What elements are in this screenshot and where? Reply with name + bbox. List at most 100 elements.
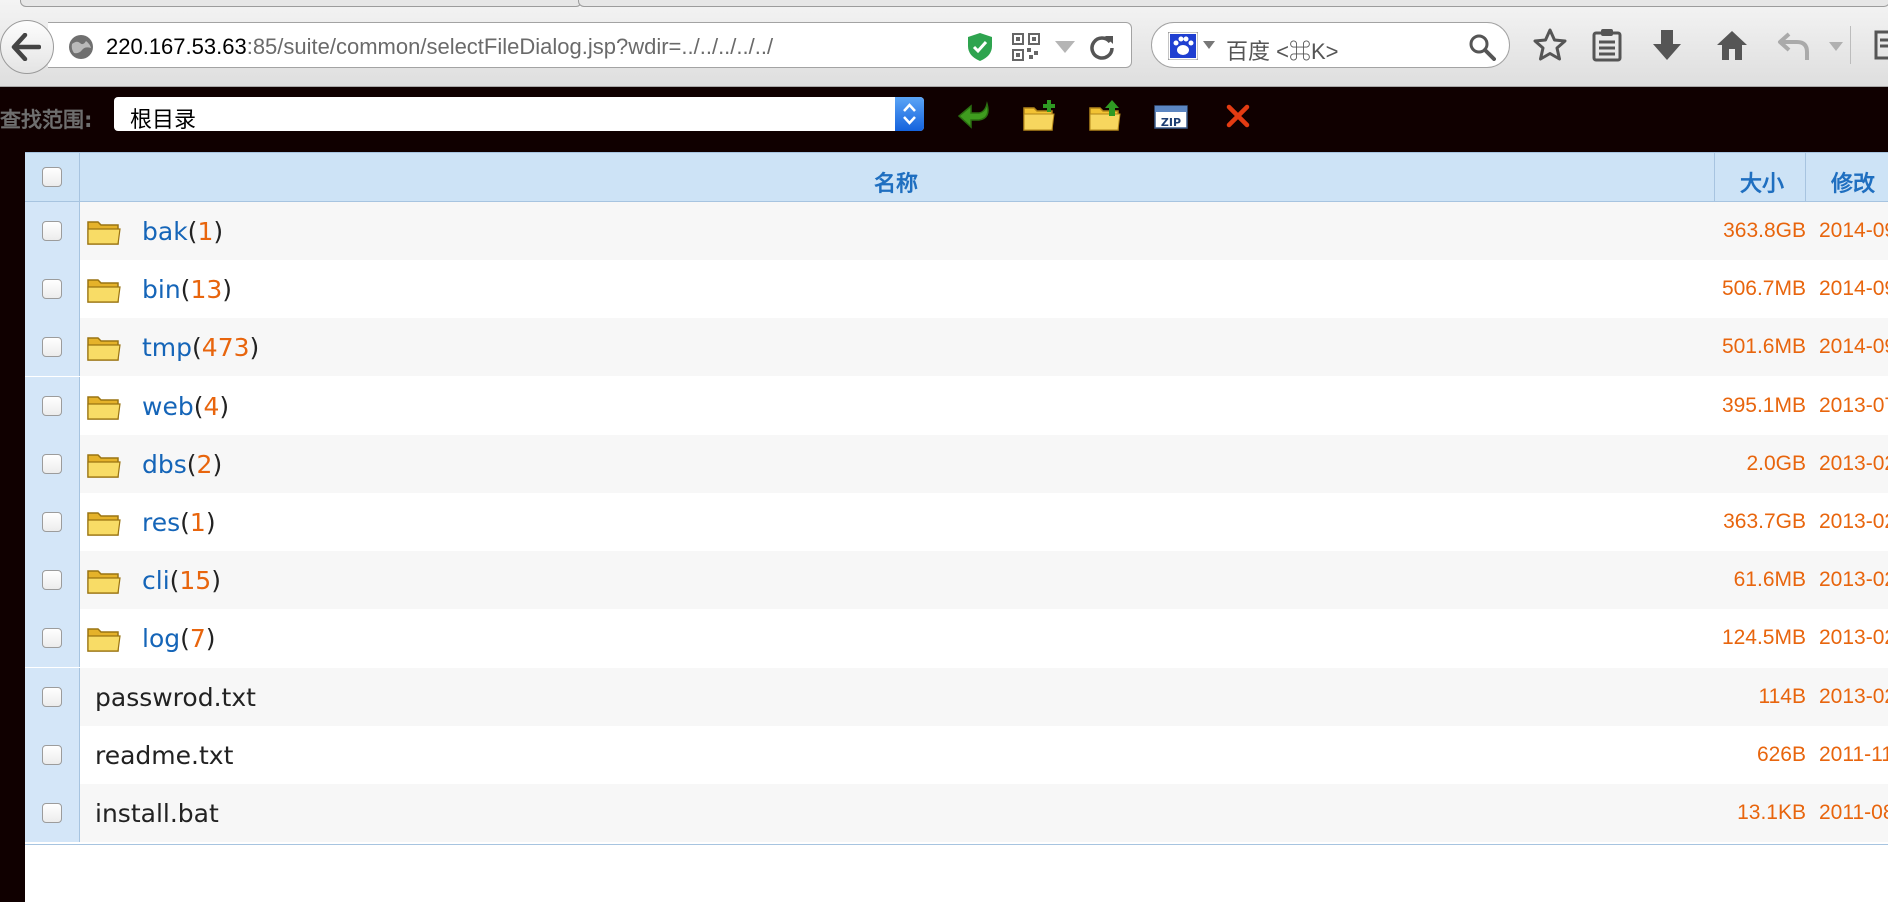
size-cell: 114B [1758, 684, 1807, 708]
url-text[interactable]: 220.167.53.63:85/suite/common/selectFile… [106, 34, 773, 60]
row-checkbox[interactable] [42, 279, 62, 300]
paren-open: ( [192, 333, 202, 363]
folder-icon [87, 512, 121, 536]
column-divider[interactable] [1714, 153, 1715, 203]
row-select-cell [25, 260, 80, 319]
folder-row[interactable]: bin(13) 506.7MB 2014-09 [25, 260, 1888, 319]
table-header: 名称 大小 修改 [25, 152, 1888, 203]
url-bar[interactable]: 220.167.53.63:85/suite/common/selectFile… [48, 22, 1132, 68]
folder-row[interactable]: tmp(473) 501.6MB 2014-09 [25, 318, 1888, 377]
dropdown-triangle-icon[interactable] [1054, 39, 1076, 55]
folder-item-count: 1 [197, 217, 214, 246]
row-checkbox[interactable] [42, 803, 62, 823]
file-name[interactable]: passwrod.txt [95, 683, 256, 712]
row-checkbox[interactable] [42, 570, 62, 591]
row-checkbox[interactable] [42, 686, 62, 707]
upload-folder-icon[interactable] [1088, 98, 1124, 134]
header-modified[interactable]: 修改 [1831, 166, 1875, 198]
new-folder-icon[interactable] [1022, 98, 1058, 134]
search-icon[interactable] [1468, 33, 1496, 61]
header-name[interactable]: 名称 [874, 166, 918, 198]
undo-arrow-icon[interactable] [1777, 28, 1811, 62]
overflow-icon[interactable] [1872, 28, 1888, 62]
paren-close: ) [249, 333, 260, 363]
header-size[interactable]: 大小 [1740, 166, 1784, 198]
size-cell: 2.0GB [1746, 451, 1806, 475]
paren-open: ( [186, 449, 197, 479]
folder-name-link[interactable]: dbs(2) [142, 450, 222, 479]
download-arrow-icon[interactable] [1650, 28, 1684, 62]
file-row[interactable]: passwrod.txt 114B 2013-02 [25, 667, 1888, 726]
row-checkbox[interactable] [42, 337, 62, 358]
row-checkbox[interactable] [42, 744, 62, 765]
modified-date-cell: 2013-02 [1819, 626, 1888, 650]
row-checkbox[interactable] [42, 512, 62, 532]
folder-name-link[interactable]: cli(15) [142, 566, 221, 595]
folder-name-link[interactable]: bak(1) [142, 217, 223, 246]
paren-open: ( [180, 624, 190, 654]
home-icon[interactable] [1715, 28, 1749, 62]
delete-x-icon[interactable] [1220, 98, 1256, 134]
modified-date-cell: 2013-02 [1819, 684, 1888, 708]
search-bar[interactable]: 百度 <⌘K> [1151, 22, 1510, 68]
folder-icon [87, 628, 121, 653]
row-checkbox[interactable] [42, 628, 62, 649]
folder-name: res [142, 508, 181, 537]
size-cell: 13.1KB [1737, 801, 1806, 824]
size-cell: 501.6MB [1721, 335, 1806, 359]
paren-open: ( [187, 217, 198, 246]
toolbar-separator [1850, 26, 1851, 64]
size-cell: 626B [1756, 742, 1806, 766]
folder-name-link[interactable]: bin(13) [142, 275, 232, 304]
folder-name-link[interactable]: res(1) [142, 508, 216, 537]
column-divider[interactable] [1805, 153, 1806, 203]
star-icon[interactable] [1533, 28, 1567, 62]
dropdown-triangle-icon[interactable] [1828, 40, 1844, 52]
folder-name: dbs [142, 449, 187, 479]
file-row[interactable]: install.bat 13.1KB 2011-08 [25, 784, 1888, 842]
browser-toolbar: 220.167.53.63:85/suite/common/selectFile… [0, 0, 1888, 87]
shield-check-icon[interactable] [966, 32, 994, 62]
folder-row[interactable]: cli(15) 61.6MB 2013-02 [25, 551, 1888, 610]
browser-tab[interactable] [20, 0, 582, 7]
folder-row[interactable]: bak(1) 363.8GB 2014-09 [25, 202, 1888, 260]
folder-icon [87, 221, 121, 245]
file-name[interactable]: readme.txt [95, 741, 233, 770]
folder-item-count: 15 [179, 566, 212, 596]
folder-row[interactable]: web(4) 395.1MB 2013-07 [25, 376, 1888, 435]
table-bottom-border [25, 844, 1888, 845]
folder-row[interactable]: dbs(2) 2.0GB 2013-02 [25, 434, 1888, 493]
folder-name: log [142, 624, 181, 654]
paren-close: ) [219, 391, 230, 421]
qr-code-icon[interactable] [1012, 33, 1040, 61]
folder-name-link[interactable]: log(7) [142, 624, 216, 653]
file-name[interactable]: install.bat [95, 799, 219, 828]
url-host: 220.167.53.63 [106, 34, 247, 59]
select-all-checkbox[interactable] [42, 167, 62, 187]
clipboard-list-icon[interactable] [1590, 28, 1624, 62]
zip-icon[interactable]: ZIP [1153, 98, 1189, 134]
reload-icon[interactable] [1088, 33, 1116, 61]
back-button[interactable] [0, 20, 54, 74]
browser-tab[interactable] [578, 0, 1888, 7]
select-stepper-icon[interactable] [895, 97, 924, 131]
search-input[interactable]: 百度 <⌘K> [1226, 34, 1338, 66]
folder-item-count: 4 [203, 391, 220, 421]
file-row[interactable]: readme.txt 626B 2011-11 [25, 725, 1888, 784]
row-select-cell [25, 784, 80, 842]
search-scope-select[interactable]: 根目录 [114, 97, 924, 133]
folder-name-link[interactable]: web(4) [142, 392, 229, 421]
row-select-cell [25, 551, 80, 610]
dropdown-triangle-icon[interactable] [1202, 40, 1216, 50]
file-table: 名称 大小 修改 bak(1)363.8GB2014-09 bin(13)506… [25, 152, 1888, 902]
folder-name-link[interactable]: tmp(473) [142, 333, 259, 362]
green-return-arrow-icon[interactable] [957, 98, 993, 134]
folder-row[interactable]: log(7) 124.5MB 2013-02 [25, 609, 1888, 668]
modified-date-cell: 2011-11 [1819, 742, 1888, 766]
folder-row[interactable]: res(1) 363.7GB 2013-02 [25, 493, 1888, 551]
row-checkbox[interactable] [42, 395, 62, 416]
row-checkbox[interactable] [42, 221, 62, 241]
row-checkbox[interactable] [42, 453, 62, 474]
baidu-paw-icon[interactable] [1168, 32, 1198, 60]
globe-icon [69, 35, 93, 59]
